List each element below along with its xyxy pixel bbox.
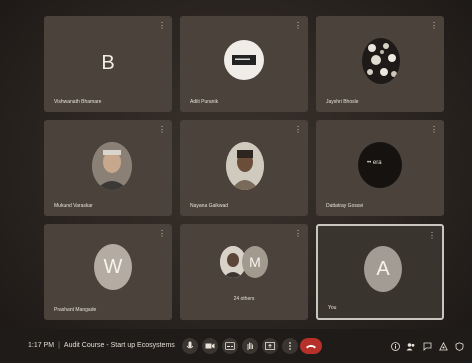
avatar: [92, 142, 132, 190]
chat-icon[interactable]: [420, 339, 434, 353]
participant-tile[interactable]: ⋮ ▬▬▬ Aditi Puranik: [180, 16, 308, 112]
avatar: [362, 38, 400, 84]
info-icon[interactable]: [388, 339, 402, 353]
avatar: A: [364, 246, 402, 292]
participant-tile[interactable]: ⋮ B Vishwanath Bhamare: [44, 16, 172, 112]
more-options-icon[interactable]: ⋮: [430, 21, 438, 30]
more-options-icon[interactable]: ⋮: [294, 21, 302, 30]
avatar: •• era: [358, 142, 402, 188]
more-options-icon[interactable]: ⋮: [430, 125, 438, 134]
camera-icon[interactable]: [202, 338, 218, 354]
bottom-control-bar: 1:17 PM | Audit Course - Start up Ecosyste…: [0, 329, 472, 363]
meeting-info: 1:17 PM | Audit Course - Start up Ecosyste…: [28, 342, 175, 349]
participant-name: Vishwanath Bhamare: [54, 99, 102, 105]
more-options-icon[interactable]: ⋮: [158, 229, 166, 238]
activities-icon[interactable]: [436, 339, 450, 353]
meeting-title: Audit Course - Start up Ecosystems: [63, 342, 175, 349]
person-photo: [92, 142, 132, 190]
avatar: W: [94, 244, 132, 290]
clock-time: 1:17 PM: [28, 342, 55, 349]
more-options-icon[interactable]: ⋮: [158, 125, 166, 134]
separator: |: [58, 342, 60, 349]
more-options-icon[interactable]: ⋮: [428, 231, 436, 240]
participant-name: Aditi Puranik: [190, 99, 219, 105]
participant-name: Prashant Mangade: [54, 307, 97, 313]
logo-image: ▬▬▬: [232, 55, 256, 65]
participant-tile[interactable]: ⋮ Jayshri Bhosle: [316, 16, 444, 112]
meeting-screen: ⋮ B Vishwanath Bhamare ⋮ ▬▬▬ Aditi Puran…: [0, 0, 472, 363]
logo-text: •• era: [367, 160, 382, 166]
avatar: ▬▬▬: [224, 40, 264, 80]
participant-name: Jayshri Bhosle: [326, 99, 359, 105]
avatar: M: [242, 246, 268, 278]
more-options-icon[interactable]: ⋮: [294, 229, 302, 238]
present-icon[interactable]: [262, 338, 278, 354]
participant-grid: ⋮ B Vishwanath Bhamare ⋮ ▬▬▬ Aditi Puran…: [44, 16, 444, 326]
more-icon[interactable]: [282, 338, 298, 354]
captions-icon[interactable]: [222, 338, 238, 354]
participant-name: You: [328, 305, 337, 311]
participant-tile[interactable]: ⋮ Nayana Gaikwad: [180, 120, 308, 216]
end-call-icon[interactable]: [300, 338, 322, 354]
participant-name: Nayana Gaikwad: [190, 203, 229, 209]
participant-tile[interactable]: ⋮ W Prashant Mangade: [44, 224, 172, 320]
participant-name: Mukund Varaskar: [54, 203, 93, 209]
avatar: [226, 142, 264, 190]
person-photo: [226, 142, 264, 190]
host-controls-icon[interactable]: [452, 339, 466, 353]
others-count: 24 others: [233, 296, 255, 302]
more-options-icon[interactable]: ⋮: [294, 125, 302, 134]
participant-tile[interactable]: ⋮ •• era Dattatray Gosavi: [316, 120, 444, 216]
participant-name: Dattatray Gosavi: [326, 203, 364, 209]
mic-icon[interactable]: [182, 338, 198, 354]
participant-tile[interactable]: ⋮ Mukund Varaskar: [44, 120, 172, 216]
floral-pattern-image: [367, 43, 397, 77]
participant-tile[interactable]: ⋮ M 24 others: [180, 224, 308, 320]
participant-initial: B: [101, 52, 115, 74]
people-icon[interactable]: [404, 339, 418, 353]
more-options-icon[interactable]: ⋮: [158, 21, 166, 30]
self-view-tile[interactable]: ⋮ A You: [316, 224, 444, 320]
raise-hand-icon[interactable]: [242, 338, 258, 354]
